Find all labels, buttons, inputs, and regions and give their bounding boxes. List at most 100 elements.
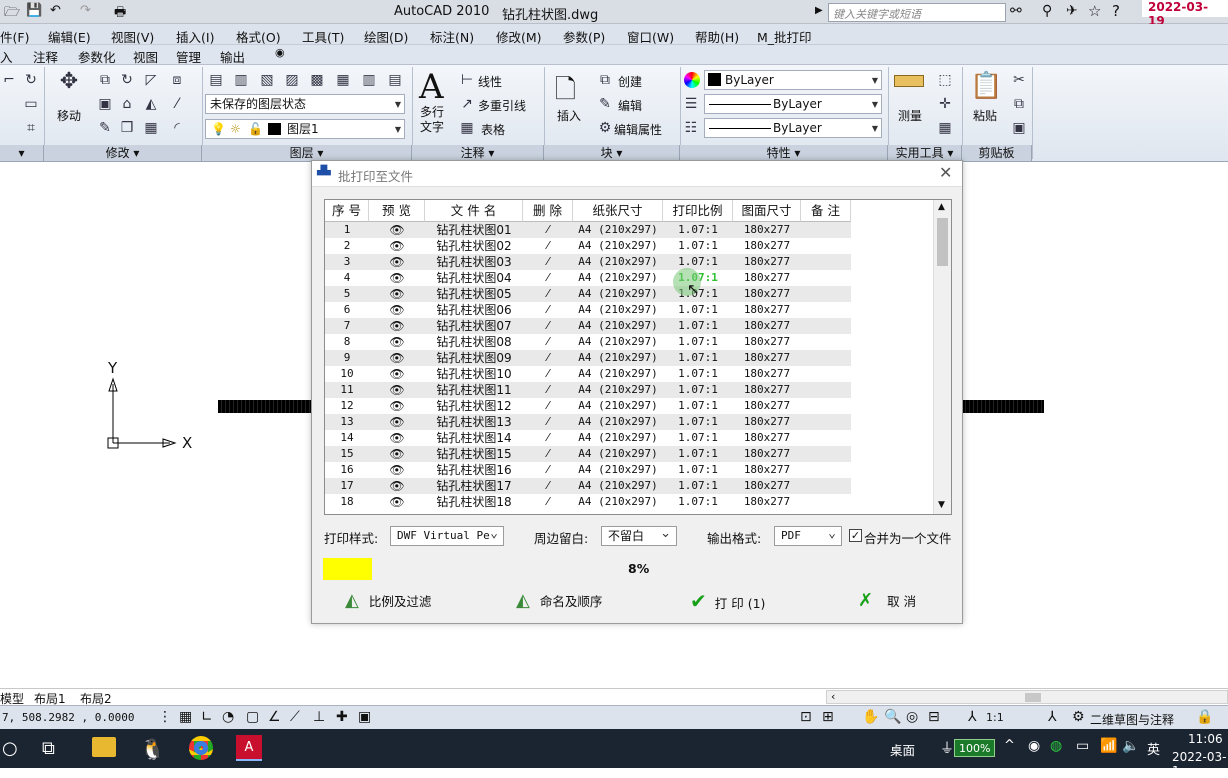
offset-icon[interactable]: ◜ (168, 119, 186, 137)
eye-icon[interactable]: 👁 (369, 254, 425, 270)
autocad-taskbar-icon[interactable]: A (236, 735, 262, 761)
create-block-icon[interactable]: ⧉ (596, 71, 614, 89)
menu-batch-print[interactable]: M_批打印 (757, 27, 812, 46)
header-col-filename[interactable]: 文 件 名 (425, 200, 523, 222)
eye-icon[interactable]: 👁 (369, 318, 425, 334)
eye-icon[interactable]: 👁 (369, 494, 425, 510)
wechat-icon[interactable]: ◍ (1050, 738, 1062, 754)
polar-icon[interactable]: ◔ (222, 709, 234, 725)
eye-icon[interactable]: 👁 (369, 382, 425, 398)
linear-dim-icon[interactable]: ⊢ (458, 71, 476, 89)
table-row[interactable]: 7 👁 钻孔柱状图07 ⁄ A4 (210x297) 1.07:1 180x277 (325, 318, 851, 334)
tray-chevron-icon[interactable]: ^ (1004, 738, 1015, 753)
layout-icon[interactable]: ⊞ (822, 709, 834, 725)
print-button[interactable]: ✔ 打 印 (1) (690, 590, 765, 612)
eye-icon[interactable]: 👁 (369, 430, 425, 446)
delete-icon[interactable]: ⁄ (523, 286, 573, 302)
menu-draw[interactable]: 绘图(D) (364, 27, 408, 46)
crop-tool-icon[interactable]: ⌗ (22, 119, 40, 137)
table-row[interactable]: 10 👁 钻孔柱状图10 ⁄ A4 (210x297) 1.07:1 180x277 (325, 366, 851, 382)
eye-icon[interactable]: 👁 (369, 222, 425, 238)
eye-icon[interactable]: 👁 (369, 462, 425, 478)
eye-icon[interactable]: 👁 (369, 350, 425, 366)
scale-icon[interactable]: ▣ (96, 95, 114, 113)
close-icon[interactable]: ✕ (939, 163, 952, 182)
layer-state-icon[interactable]: ▥ (232, 71, 250, 89)
linetype-combo[interactable]: ByLayer (704, 94, 882, 114)
copy-icon[interactable]: ⧉ (1010, 95, 1028, 113)
calculator-icon[interactable]: ▦ (936, 119, 954, 137)
eye-icon[interactable]: 👁 (369, 302, 425, 318)
steering-wheel-icon[interactable]: ◎ (906, 709, 918, 725)
table-row[interactable]: 11 👁 钻孔柱状图11 ⁄ A4 (210x297) 1.07:1 180x277 (325, 382, 851, 398)
table-row[interactable]: 8 👁 钻孔柱状图08 ⁄ A4 (210x297) 1.07:1 180x277 (325, 334, 851, 350)
delete-icon[interactable]: ⁄ (523, 446, 573, 462)
open-icon[interactable]: 🗁 (4, 3, 20, 25)
rotate-tool-icon[interactable]: ↻ (22, 71, 40, 89)
table-label[interactable]: 表格 (481, 121, 505, 138)
clock-time[interactable]: 11:06 (1188, 732, 1223, 746)
header-col-note[interactable]: 备 注 (801, 200, 851, 222)
lineweight-combo[interactable]: ByLayer (704, 118, 882, 138)
ducs-icon[interactable]: ⟋ (290, 709, 300, 725)
mirror-icon[interactable]: ◭ (142, 95, 160, 113)
delete-icon[interactable]: ⁄ (523, 318, 573, 334)
eye-icon[interactable]: 👁 (369, 334, 425, 350)
tab-annotate[interactable]: 注释 (33, 47, 58, 66)
trim-icon[interactable]: ◸ (142, 71, 160, 89)
clock-date[interactable]: 2022-03-1 (1172, 750, 1228, 778)
panel-footer-annotation[interactable]: 注释 ▾ (412, 145, 544, 161)
horizontal-scrollbar[interactable]: ‹ (826, 690, 1228, 704)
search-input[interactable]: 键入关键字或短语 (828, 3, 1006, 22)
menu-dimension[interactable]: 标注(N) (430, 27, 474, 46)
margin-select[interactable]: 不留白 (601, 526, 677, 546)
edit-attr-label[interactable]: 编辑属性 (614, 121, 662, 138)
layer-isolate-icon[interactable]: ▨ (283, 71, 301, 89)
grid-icon[interactable]: ▦ (179, 709, 192, 725)
pan-icon[interactable]: ✋ (862, 709, 879, 725)
table-row[interactable]: 1 👁 钻孔柱状图01 ⁄ A4 (210x297) 1.07:1 180x277 (325, 222, 851, 238)
undo-icon[interactable]: ↶ (50, 3, 61, 18)
panel-footer-clipboard[interactable]: 剪贴板 (962, 145, 1032, 161)
edit-label[interactable]: 编辑 (618, 97, 642, 114)
eye-icon[interactable]: 👁 (369, 446, 425, 462)
layer-walk-icon[interactable]: ▤ (386, 71, 404, 89)
delete-icon[interactable]: ⁄ (523, 270, 573, 286)
header-col-paper[interactable]: 纸张尺寸 (573, 200, 663, 222)
delete-icon[interactable]: ⁄ (523, 494, 573, 510)
model-space-icon[interactable]: ⊡ (800, 709, 812, 725)
wifi-icon[interactable]: 📶 (1100, 738, 1117, 754)
linetype-icon[interactable]: ☰ (682, 95, 700, 113)
header-col-no[interactable]: 序 号 (325, 200, 369, 222)
table-scrollbar[interactable]: ▲ ▼ (933, 200, 951, 514)
delete-icon[interactable]: ⁄ (523, 430, 573, 446)
volume-icon[interactable]: 🔈 (1122, 738, 1139, 754)
paste-icon[interactable]: 📋 (970, 71, 1002, 101)
menu-window[interactable]: 窗口(W) (627, 27, 674, 46)
delete-icon[interactable]: ⁄ (523, 222, 573, 238)
table-row[interactable]: 4👁钻孔柱状图04⁄A4 (210x297)1.07:1180x277 (325, 270, 851, 286)
dyn-icon[interactable]: ⊥ (313, 709, 325, 725)
ime-indicator[interactable]: 英 (1147, 739, 1160, 758)
save-icon[interactable]: 💾 (26, 3, 42, 18)
header-col-delete[interactable]: 删 除 (523, 200, 573, 222)
tab-parametric[interactable]: 参数化 (78, 47, 116, 66)
delete-icon[interactable]: ⁄ (523, 302, 573, 318)
lineweight-icon[interactable]: ☷ (682, 119, 700, 137)
annotation-visibility-icon[interactable]: ⅄ (1048, 709, 1057, 725)
battery-tray-icon[interactable]: ▭ (1076, 738, 1089, 754)
task-view-icon[interactable]: ⧉ (42, 738, 55, 759)
copy-tool-icon[interactable]: ⧉ (96, 71, 114, 89)
menu-view[interactable]: 视图(V) (111, 27, 154, 46)
tab-insert[interactable]: 入 (0, 47, 13, 66)
table-row[interactable]: 2 👁 钻孔柱状图02 ⁄ A4 (210x297) 1.07:1 180x277 (325, 238, 851, 254)
panel-footer-utilities[interactable]: 实用工具 ▾ (888, 145, 962, 161)
erase-icon[interactable]: ⧈ (168, 71, 186, 89)
hscroll-thumb[interactable] (1025, 693, 1041, 702)
scroll-left-icon[interactable]: ‹ (831, 690, 835, 703)
table-row[interactable]: 9 👁 钻孔柱状图09 ⁄ A4 (210x297) 1.07:1 180x277 (325, 350, 851, 366)
workspace-gear-icon[interactable]: ⚙ (1072, 709, 1085, 725)
menu-modify[interactable]: 修改(M) (496, 27, 542, 46)
lwt-icon[interactable]: ✚ (336, 709, 348, 725)
print-style-select[interactable]: DWF Virtual Pe (390, 526, 504, 546)
